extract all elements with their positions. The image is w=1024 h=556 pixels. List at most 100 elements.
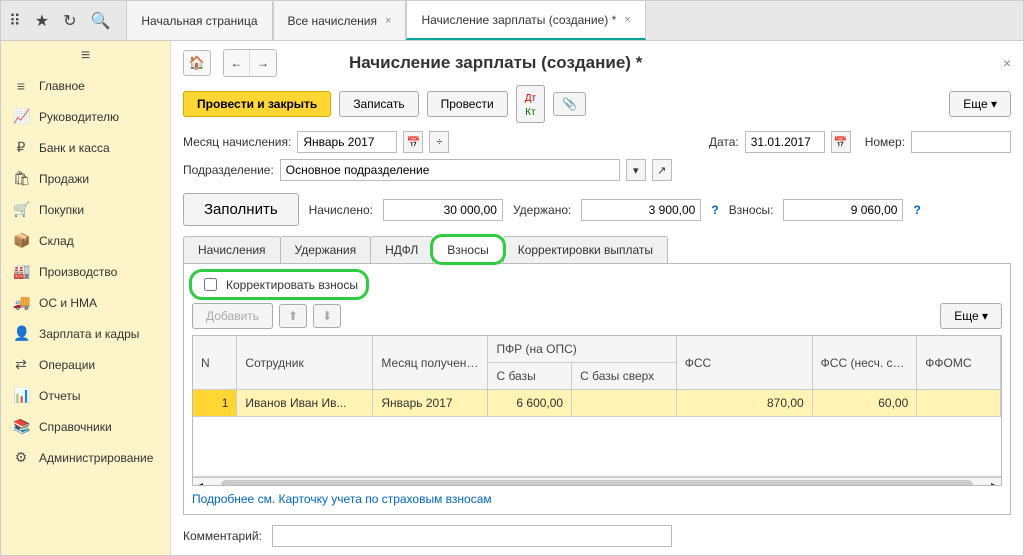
sidebar-item-admin[interactable]: ⚙Администрирование <box>1 442 170 473</box>
col-pfr[interactable]: ПФР (на ОПС) <box>488 336 676 363</box>
tab-payment-adjust[interactable]: Корректировки выплаты <box>503 236 668 263</box>
exchange-icon: ⇄ <box>13 356 29 373</box>
accrued-label: Начислено: <box>309 203 373 217</box>
factory-icon: 🏭 <box>13 263 29 280</box>
sidebar-item-assets[interactable]: 🚚ОС и НМА <box>1 287 170 318</box>
cart-icon: 🛒 <box>13 201 29 218</box>
tab-home[interactable]: Начальная страница <box>126 1 272 40</box>
dept-label: Подразделение: <box>183 163 274 177</box>
home-button[interactable]: 🏠 <box>183 50 211 76</box>
contributions-table: N Сотрудник Месяц получения ... ПФР (на … <box>192 335 1002 486</box>
main-content: 🏠 ← → Начисление зарплаты (создание) * ×… <box>171 41 1023 555</box>
h-scrollbar[interactable]: ◂ ▸ <box>193 477 1001 486</box>
tab-deductions[interactable]: Удержания <box>280 236 372 263</box>
col-pfr-over[interactable]: С базы сверх <box>572 363 677 390</box>
box-icon: 📦 <box>13 232 29 249</box>
post-and-close-button[interactable]: Провести и закрыть <box>183 91 331 117</box>
sidebar-item-bank[interactable]: ₽Банк и касса <box>1 132 170 163</box>
col-ffoms[interactable]: ФФОМС <box>917 336 1001 390</box>
tab-label: Все начисления <box>288 14 378 28</box>
number-label: Номер: <box>865 135 905 149</box>
tab-ndfl[interactable]: НДФЛ <box>370 236 433 263</box>
gear-icon: ⚙ <box>13 449 29 466</box>
fill-button[interactable]: Заполнить <box>183 193 299 226</box>
ruble-icon: ₽ <box>13 139 29 156</box>
dt-kt-button[interactable]: ДтКт <box>516 85 545 123</box>
month-label: Месяц начисления: <box>183 135 291 149</box>
report-icon: 📊 <box>13 387 29 404</box>
sidebar-item-production[interactable]: 🏭Производство <box>1 256 170 287</box>
truck-icon: 🚚 <box>13 294 29 311</box>
checkbox[interactable] <box>204 278 217 291</box>
move-down-button[interactable]: ⬇ <box>313 304 341 328</box>
sidebar: ≡ ≡Главное 📈Руководителю ₽Банк и касса 🛍… <box>1 41 171 555</box>
sidebar-item-reports[interactable]: 📊Отчеты <box>1 380 170 411</box>
col-pfr-base[interactable]: С базы <box>488 363 572 390</box>
number-input[interactable] <box>911 131 1011 153</box>
withheld-label: Удержано: <box>513 203 571 217</box>
attachment-button[interactable]: 📎 <box>553 92 586 116</box>
add-button[interactable]: Добавить <box>192 303 273 329</box>
person-icon: 👤 <box>13 325 29 342</box>
page-close-button[interactable]: × <box>1003 55 1011 71</box>
adjust-contributions-checkbox[interactable]: Корректировать взносы <box>192 272 366 297</box>
contrib-input[interactable] <box>783 199 903 221</box>
book-icon: 📚 <box>13 418 29 435</box>
search-icon[interactable]: 🔍 <box>90 11 110 31</box>
table-more-button[interactable]: Еще ▾ <box>940 303 1002 329</box>
comment-input[interactable] <box>272 525 672 547</box>
page-title: Начисление зарплаты (создание) * <box>349 53 991 73</box>
spinner-icon[interactable]: ÷ <box>429 131 449 153</box>
dept-input[interactable] <box>280 159 620 181</box>
col-employee[interactable]: Сотрудник <box>237 336 373 390</box>
tab-payroll-create[interactable]: Начисление зарплаты (создание) * × <box>406 1 645 40</box>
record-button[interactable]: Записать <box>339 91 418 117</box>
post-button[interactable]: Провести <box>427 91 508 117</box>
calendar-icon[interactable]: 📅 <box>403 131 423 153</box>
sidebar-item-main[interactable]: ≡Главное <box>1 71 170 101</box>
sidebar-item-purchases[interactable]: 🛒Покупки <box>1 194 170 225</box>
tab-all-accruals[interactable]: Все начисления × <box>273 1 407 40</box>
insurance-card-link[interactable]: Подробнее см. Карточку учета по страховы… <box>192 492 1002 506</box>
date-input[interactable] <box>745 131 825 153</box>
month-input[interactable] <box>297 131 397 153</box>
help-icon[interactable]: ? <box>711 203 718 217</box>
bag-icon: 🛍 <box>13 170 29 187</box>
sidebar-item-manager[interactable]: 📈Руководителю <box>1 101 170 132</box>
col-n[interactable]: N <box>193 336 237 390</box>
open-icon[interactable]: ↗ <box>652 159 672 181</box>
table-row[interactable]: 1 Иванов Иван Ив... Январь 2017 6 600,00… <box>193 390 1001 417</box>
withheld-input[interactable] <box>581 199 701 221</box>
topbar: ⠿ ★ ↻ 🔍 Начальная страница Все начислени… <box>1 1 1023 41</box>
sidebar-item-catalogs[interactable]: 📚Справочники <box>1 411 170 442</box>
apps-icon[interactable]: ⠿ <box>9 11 21 31</box>
scroll-left-icon[interactable]: ◂ <box>193 478 207 487</box>
date-calendar-icon[interactable]: 📅 <box>831 131 851 153</box>
home-icon: ≡ <box>13 78 29 94</box>
col-fss[interactable]: ФСС <box>676 336 812 390</box>
col-month[interactable]: Месяц получения ... <box>373 336 488 390</box>
accrued-input[interactable] <box>383 199 503 221</box>
sidebar-item-payroll[interactable]: 👤Зарплата и кадры <box>1 318 170 349</box>
close-icon[interactable]: × <box>385 15 391 27</box>
tab-label: Начальная страница <box>141 14 257 28</box>
close-icon[interactable]: × <box>624 14 630 26</box>
tab-contributions[interactable]: Взносы <box>432 236 503 263</box>
back-button[interactable]: ← <box>224 50 250 76</box>
forward-button[interactable]: → <box>250 50 276 76</box>
history-icon[interactable]: ↻ <box>63 11 76 31</box>
sidebar-item-warehouse[interactable]: 📦Склад <box>1 225 170 256</box>
tab-label: Начисление зарплаты (создание) * <box>421 13 616 27</box>
star-icon[interactable]: ★ <box>35 11 49 31</box>
sidebar-item-operations[interactable]: ⇄Операции <box>1 349 170 380</box>
date-label: Дата: <box>709 135 739 149</box>
sidebar-item-sales[interactable]: 🛍Продажи <box>1 163 170 194</box>
sidebar-toggle[interactable]: ≡ <box>1 41 170 71</box>
dropdown-icon[interactable]: ▾ <box>626 159 646 181</box>
help-icon[interactable]: ? <box>913 203 920 217</box>
tab-accruals[interactable]: Начисления <box>183 236 281 263</box>
move-up-button[interactable]: ⬆ <box>279 304 307 328</box>
col-fss-acc[interactable]: ФСС (несч. случ.) <box>812 336 917 390</box>
scroll-right-icon[interactable]: ▸ <box>987 478 1001 487</box>
more-button[interactable]: Еще ▾ <box>949 91 1011 117</box>
